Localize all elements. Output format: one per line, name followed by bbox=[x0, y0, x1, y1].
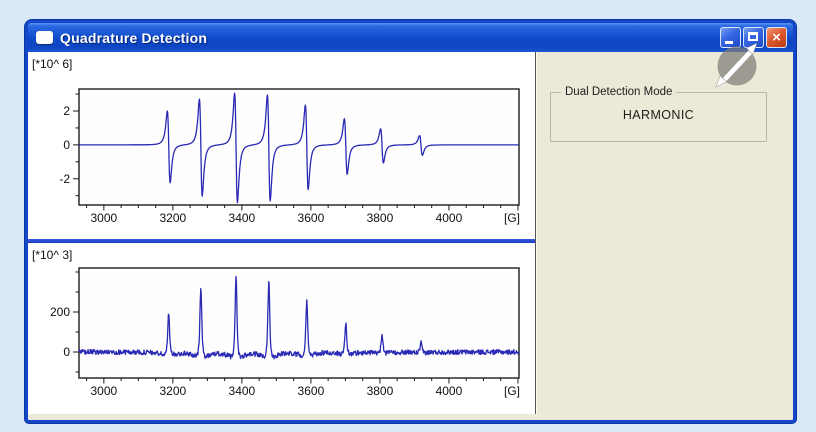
svg-text:4000: 4000 bbox=[436, 384, 463, 398]
svg-text:3400: 3400 bbox=[229, 211, 256, 225]
svg-text:3600: 3600 bbox=[298, 211, 325, 225]
window-title: Quadrature Detection bbox=[60, 30, 720, 46]
y-unit-label: [*10^ 3] bbox=[32, 248, 72, 262]
quadrature-spectrum-svg: [*10^ 3] 3000 3200 3400 3600 3800 4000 200 0 [G] bbox=[28, 243, 535, 413]
svg-text:3600: 3600 bbox=[298, 384, 325, 398]
svg-text:3000: 3000 bbox=[90, 384, 117, 398]
plot-frame bbox=[79, 268, 519, 378]
x-unit-label: [G] bbox=[504, 211, 520, 225]
svg-text:0: 0 bbox=[63, 138, 70, 152]
svg-text:3800: 3800 bbox=[367, 384, 394, 398]
svg-text:200: 200 bbox=[50, 305, 70, 319]
svg-text:3200: 3200 bbox=[160, 384, 187, 398]
quadrature-detection-window: Quadrature Detection × [*10^ 6] 3000 3200 3… bbox=[25, 20, 796, 423]
window-controls: × bbox=[720, 27, 787, 48]
harmonic-spectrum-chart: [*10^ 6] 3000 3200 3400 3600 3800 4000 2 0 -2 [G] bbox=[28, 52, 535, 238]
dual-detection-group-label: Dual Detection Mode bbox=[561, 86, 676, 98]
detection-mode-value: HARMONIC bbox=[557, 108, 760, 122]
desktop-background: Quadrature Detection × [*10^ 6] 3000 3200 3… bbox=[0, 0, 816, 432]
svg-text:4000: 4000 bbox=[436, 211, 463, 225]
y-unit-label: [*10^ 6] bbox=[32, 57, 72, 71]
svg-text:0: 0 bbox=[63, 345, 70, 359]
close-x-icon: × bbox=[767, 28, 786, 47]
dual-detection-groupbox: Dual Detection Mode HARMONIC bbox=[550, 86, 767, 142]
harmonic-spectrum-svg: [*10^ 6] 3000 3200 3400 3600 3800 4000 2 0 -2 [G] bbox=[28, 52, 535, 238]
plot-frame bbox=[79, 89, 519, 205]
app-window-icon bbox=[36, 31, 53, 44]
maximize-button[interactable] bbox=[743, 27, 764, 48]
title-bar[interactable]: Quadrature Detection × bbox=[28, 23, 793, 52]
svg-text:3400: 3400 bbox=[229, 384, 256, 398]
quadrature-spectrum-chart: [*10^ 3] 3000 3200 3400 3600 3800 4000 200 0 [G] bbox=[28, 243, 535, 413]
svg-text:2: 2 bbox=[63, 104, 70, 118]
maximize-square-icon bbox=[748, 32, 758, 41]
window-content: [*10^ 6]30003200340036003800400020-2[G] … bbox=[28, 52, 793, 414]
svg-text:3800: 3800 bbox=[367, 211, 394, 225]
close-button[interactable]: × bbox=[766, 27, 787, 48]
minimize-button[interactable] bbox=[720, 27, 741, 48]
minimize-dash-icon bbox=[725, 41, 733, 44]
spectra-panel: [*10^ 6]30003200340036003800400020-2[G] … bbox=[28, 52, 536, 414]
svg-text:3000: 3000 bbox=[90, 211, 117, 225]
svg-text:3200: 3200 bbox=[160, 211, 187, 225]
x-unit-label: [G] bbox=[504, 384, 520, 398]
dual-detection-panel: Dual Detection Mode HARMONIC bbox=[536, 52, 793, 414]
svg-text:-2: -2 bbox=[59, 172, 70, 186]
